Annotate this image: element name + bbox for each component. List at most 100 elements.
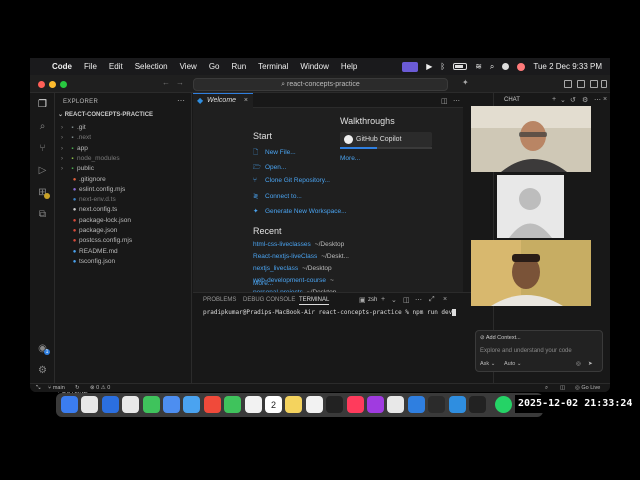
file-item[interactable]: ● package.json xyxy=(63,226,118,236)
dock-app-icon[interactable] xyxy=(81,396,99,413)
sync-icon[interactable]: ↻ xyxy=(75,384,80,392)
dock-app-icon[interactable] xyxy=(326,396,344,413)
dock-app-icon[interactable] xyxy=(285,396,303,413)
recent-item[interactable]: nextjs_liveclass ~/Desktop xyxy=(253,265,332,272)
walkthroughs-more-link[interactable]: More... xyxy=(340,155,360,162)
file-item[interactable]: ● .gitignore xyxy=(63,175,106,185)
control-center-icon[interactable] xyxy=(502,63,510,70)
menu-selection[interactable]: Selection xyxy=(135,62,168,71)
close-window-button[interactable] xyxy=(38,81,45,88)
minimize-window-button[interactable] xyxy=(49,81,56,88)
folder-item[interactable]: › ▪ .next xyxy=(61,133,91,143)
add-context-button[interactable]: ⊘ Add Context... xyxy=(480,335,521,341)
calendar-icon[interactable]: 2 xyxy=(265,396,282,413)
file-item[interactable]: ● next.config.ts xyxy=(63,205,118,215)
folder-item[interactable]: › ▪ public xyxy=(61,164,94,174)
customize-layout-icon[interactable] xyxy=(601,80,607,88)
dock-app-icon[interactable] xyxy=(61,396,78,413)
voice-icon[interactable]: ◎ xyxy=(576,361,581,367)
connect-to-link[interactable]: ≷ Connect to... xyxy=(253,192,302,200)
maximize-panel-icon[interactable]: ⤢ xyxy=(429,296,435,304)
zoom-icon[interactable]: ⌕ xyxy=(545,384,548,392)
terminal-dropdown-icon[interactable]: ⌄ xyxy=(391,296,397,304)
search-icon[interactable]: ⌕ xyxy=(37,121,48,132)
chat-model-select[interactable]: Auto ⌄ xyxy=(504,361,521,367)
bluetooth-icon[interactable]: ᛒ xyxy=(440,62,445,71)
file-item[interactable]: ● tsconfig.json xyxy=(63,257,115,267)
tab-welcome[interactable]: ◆ Welcome × xyxy=(193,93,253,108)
tab-problems[interactable]: PROBLEMS xyxy=(203,297,236,303)
folder-item[interactable]: › ▪ app xyxy=(61,144,88,154)
source-control-icon[interactable]: ⑂ xyxy=(37,143,48,154)
forward-arrow-icon[interactable]: → xyxy=(176,78,184,87)
dock-app-icon[interactable] xyxy=(469,396,486,413)
dock-app-icon[interactable] xyxy=(224,396,242,413)
problems-indicator[interactable]: ⊗ 0 ⚠ 0 xyxy=(90,384,110,392)
folder-item[interactable]: › ▪ node_modules xyxy=(61,154,120,164)
dock-app-icon[interactable] xyxy=(203,396,221,413)
terminal-more-icon[interactable]: ⋯ xyxy=(415,296,422,304)
send-icon[interactable]: ➤ xyxy=(588,361,593,367)
terminal-shell-label[interactable]: zsh xyxy=(368,297,377,303)
file-item[interactable]: ● postcss.config.mjs xyxy=(63,236,132,246)
terminal-line[interactable]: pradipkumar@Pradips-MacBook-Air react-co… xyxy=(203,309,457,316)
menu-run[interactable]: Run xyxy=(231,62,246,71)
dock-app-icon[interactable] xyxy=(387,396,405,413)
toggle-sidebar-icon[interactable] xyxy=(564,80,572,88)
menu-edit[interactable]: Edit xyxy=(109,62,123,71)
generate-workspace-link[interactable]: ✦ Generate New Workspace... xyxy=(253,207,347,215)
run-debug-icon[interactable]: ▷ xyxy=(37,165,48,176)
remote-explorer-icon[interactable]: ⧉ xyxy=(37,209,48,220)
menu-go[interactable]: Go xyxy=(209,62,220,71)
editor-more-icon[interactable]: ⋯ xyxy=(453,97,460,105)
dock-app-icon[interactable] xyxy=(428,396,446,413)
file-item[interactable]: ● README.md xyxy=(63,247,118,257)
wifi-icon[interactable]: ≋ xyxy=(475,62,482,71)
zoom-window-button[interactable] xyxy=(60,81,67,88)
toggle-secondary-sidebar-icon[interactable] xyxy=(590,80,598,88)
recent-item[interactable]: React-nextjs-liveClass ~/Deskt... xyxy=(253,253,349,260)
remote-indicator-icon[interactable]: ⤡ xyxy=(36,384,40,392)
back-arrow-icon[interactable]: ← xyxy=(162,78,170,87)
recent-more-link[interactable]: More... xyxy=(253,280,273,287)
close-panel-icon[interactable]: × xyxy=(443,296,447,303)
split-terminal-icon[interactable]: ◫ xyxy=(403,296,410,304)
branch-indicator[interactable]: ⑂ main xyxy=(48,384,65,392)
notifications-icon[interactable]: ◫ xyxy=(560,384,565,392)
chat-history-icon[interactable]: ↺ xyxy=(570,96,576,104)
more-actions-icon[interactable]: ⋯ xyxy=(177,96,185,105)
dock-app-icon[interactable] xyxy=(163,396,180,413)
folder-item[interactable]: › ▪ .git xyxy=(61,123,86,133)
tab-terminal[interactable]: TERMINAL xyxy=(299,297,330,305)
clone-repo-link[interactable]: ⑂ Clone Git Repository... xyxy=(253,177,330,184)
dock-app-icon[interactable] xyxy=(122,396,140,413)
project-folder[interactable]: ⌄ REACT-CONCEPTS-PRACTICE xyxy=(58,111,153,118)
file-item[interactable]: ● package-lock.json xyxy=(63,216,131,226)
explorer-icon[interactable]: ❐ xyxy=(37,99,48,110)
dock-app-icon[interactable] xyxy=(367,396,384,413)
copilot-icon[interactable]: ✦ xyxy=(462,78,469,87)
recording-icon[interactable] xyxy=(517,62,526,71)
walkthrough-copilot-card[interactable]: GitHub Copilot xyxy=(340,132,432,147)
split-editor-icon[interactable]: ◫ xyxy=(441,97,448,105)
command-center-search[interactable]: ⌕ react-concepts-practice xyxy=(193,78,448,91)
menu-help[interactable]: Help xyxy=(341,62,357,71)
play-icon[interactable]: ▶ xyxy=(426,62,432,71)
recent-item[interactable]: html-css-liveclasses ~/Desktop xyxy=(253,241,344,248)
dock-app-icon[interactable] xyxy=(244,396,262,413)
file-item[interactable]: ● eslint.config.mjs xyxy=(63,185,126,195)
new-chat-icon[interactable]: + xyxy=(552,96,556,103)
menu-terminal[interactable]: Terminal xyxy=(258,62,288,71)
dock-app-icon[interactable] xyxy=(448,396,466,413)
go-live-button[interactable]: ◎ Go Live xyxy=(575,384,600,392)
dock-app-icon[interactable] xyxy=(346,396,364,413)
search-icon[interactable]: ⌕ xyxy=(490,62,494,72)
dock-app-icon[interactable] xyxy=(101,396,119,413)
dock-app-icon[interactable] xyxy=(142,396,160,413)
chat-mode-select[interactable]: Ask ⌄ xyxy=(480,361,495,367)
menu-file[interactable]: File xyxy=(84,62,97,71)
chat-input-box[interactable]: ⊘ Add Context... Explore and understand … xyxy=(475,330,603,372)
chat-more-icon[interactable]: ⋯ xyxy=(594,96,601,104)
dock-app-icon[interactable] xyxy=(183,396,201,413)
dock-app-icon[interactable] xyxy=(407,396,425,413)
